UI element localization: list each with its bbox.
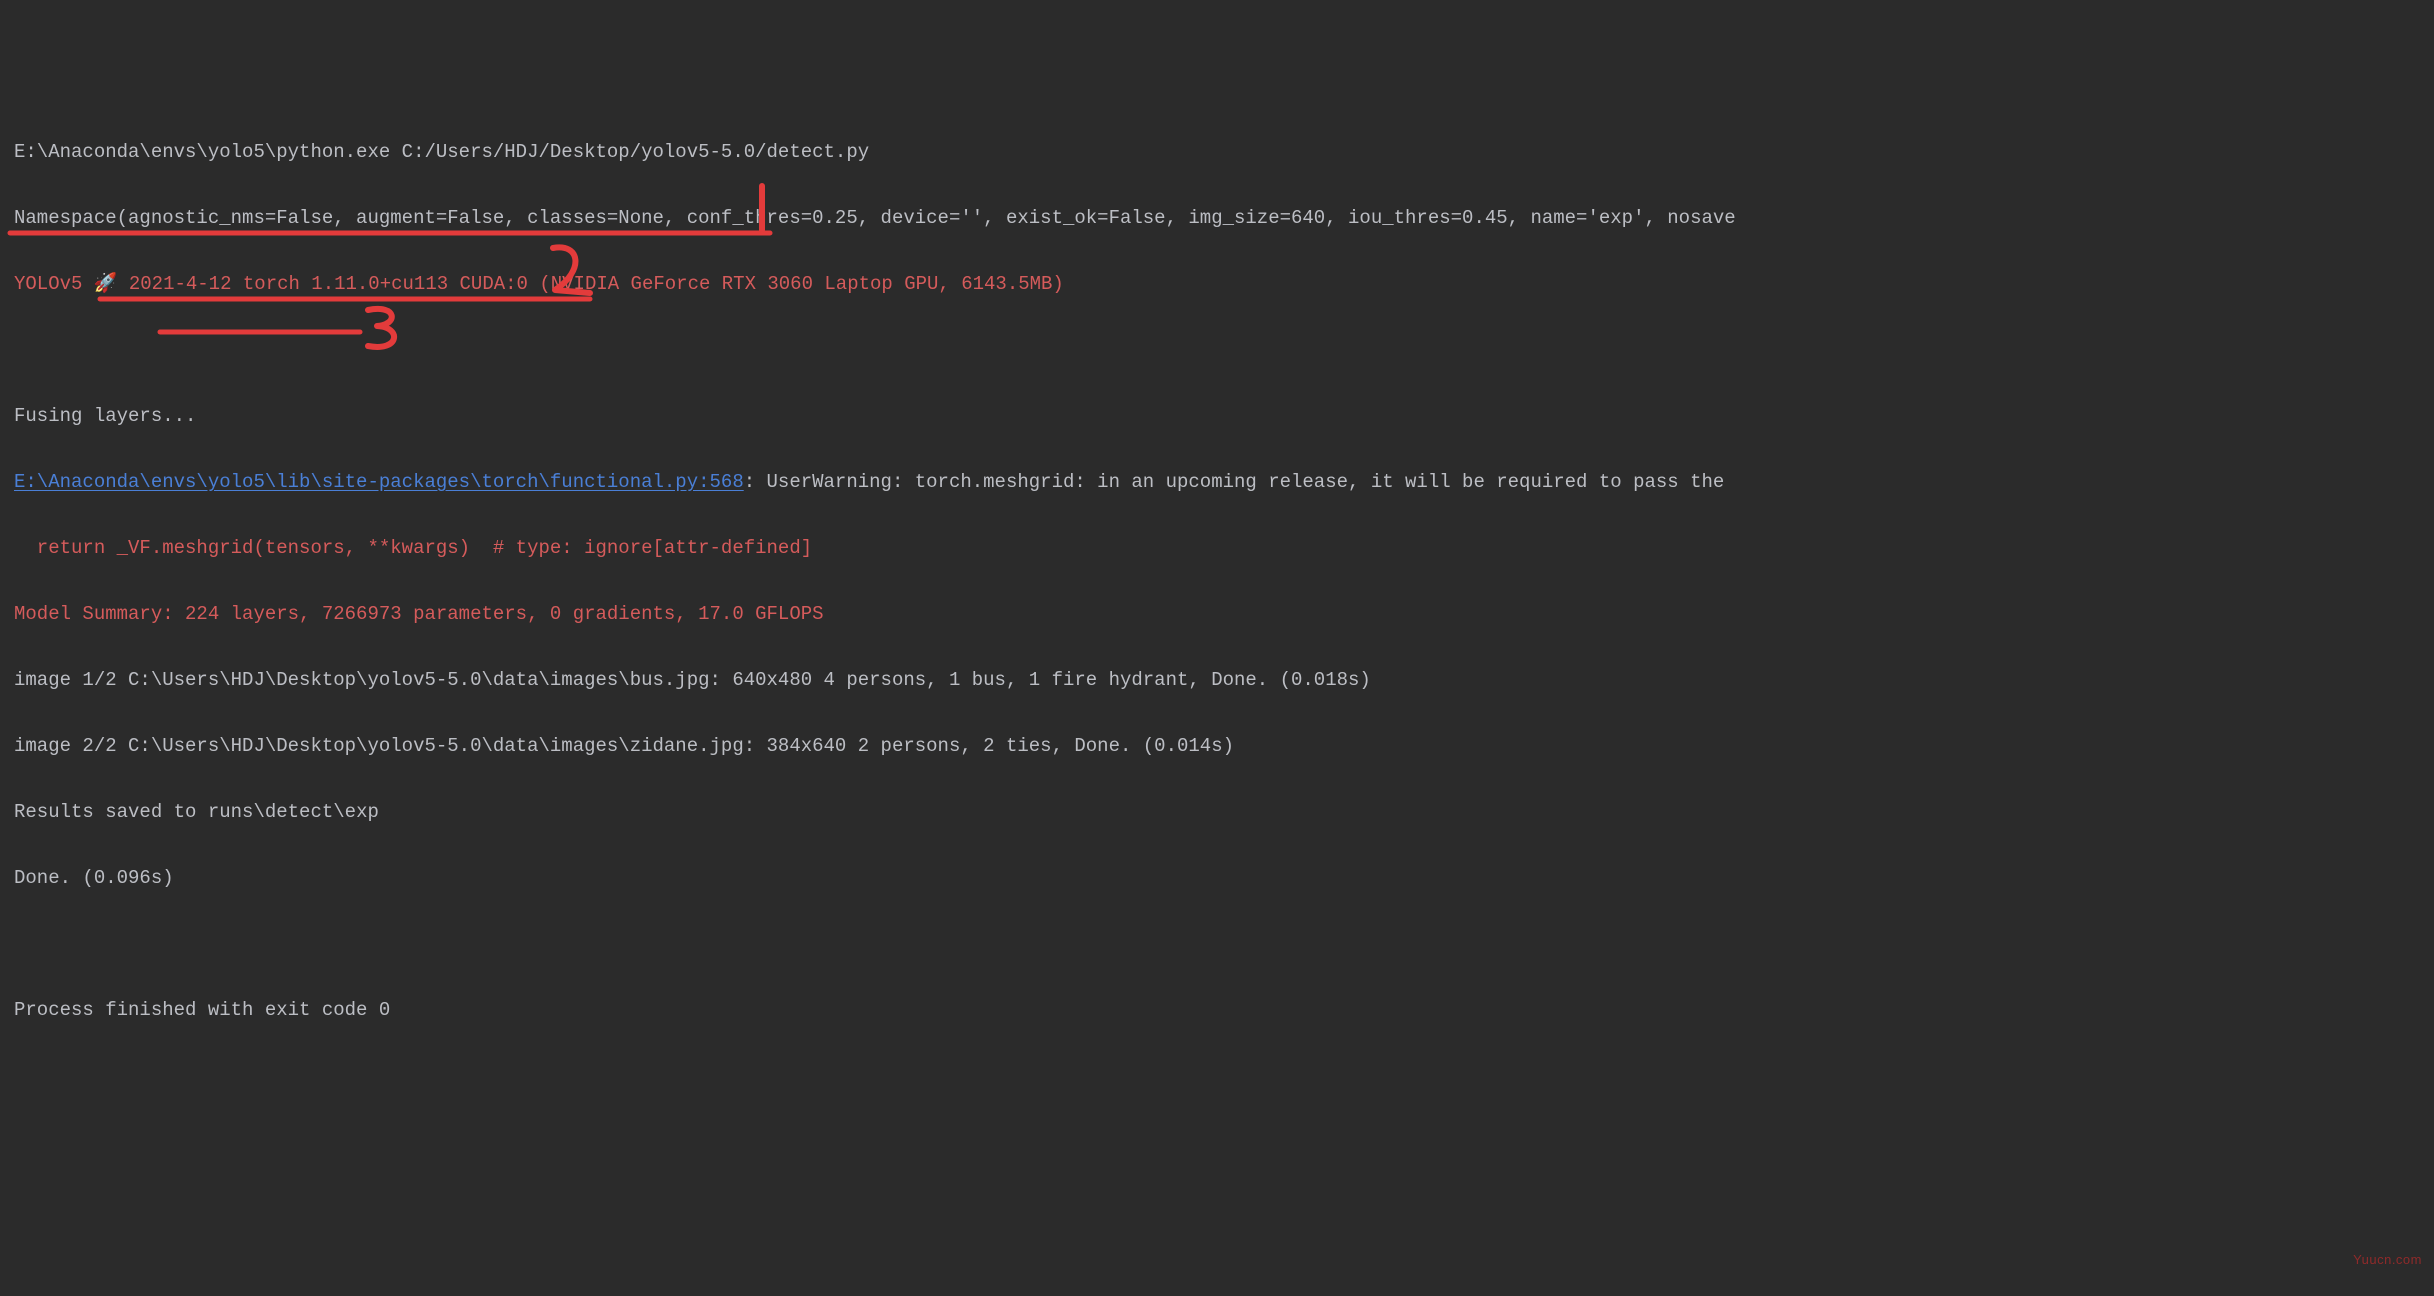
console-line-exit: Process finished with exit code 0 xyxy=(14,994,2434,1027)
console-line-blank xyxy=(14,334,2434,367)
console-line-image-2: image 2/2 C:\Users\HDJ\Desktop\yolov5-5.… xyxy=(14,730,2434,763)
console-line-warning: E:\Anaconda\envs\yolo5\lib\site-packages… xyxy=(14,466,2434,499)
console-line-model-summary: Model Summary: 224 layers, 7266973 param… xyxy=(14,598,2434,631)
console-line-fusing: Fusing layers... xyxy=(14,400,2434,433)
console-line-yolov5-banner: YOLOv5 🚀 2021-4-12 torch 1.11.0+cu113 CU… xyxy=(14,268,2434,301)
watermark: Yuucn.com xyxy=(2353,1243,2422,1276)
console-line-namespace: Namespace(agnostic_nms=False, augment=Fa… xyxy=(14,202,2434,235)
console-line-image-1: image 1/2 C:\Users\HDJ\Desktop\yolov5-5.… xyxy=(14,664,2434,697)
console-line-done: Done. (0.096s) xyxy=(14,862,2434,895)
file-link[interactable]: E:\Anaconda\envs\yolo5\lib\site-packages… xyxy=(14,471,744,493)
console-line-return: return _VF.meshgrid(tensors, **kwargs) #… xyxy=(14,532,2434,565)
console-line-command: E:\Anaconda\envs\yolo5\python.exe C:/Use… xyxy=(14,136,2434,169)
console-line-blank-2 xyxy=(14,928,2434,961)
console-line-results: Results saved to runs\detect\exp xyxy=(14,796,2434,829)
warning-text: : UserWarning: torch.meshgrid: in an upc… xyxy=(744,471,1736,493)
